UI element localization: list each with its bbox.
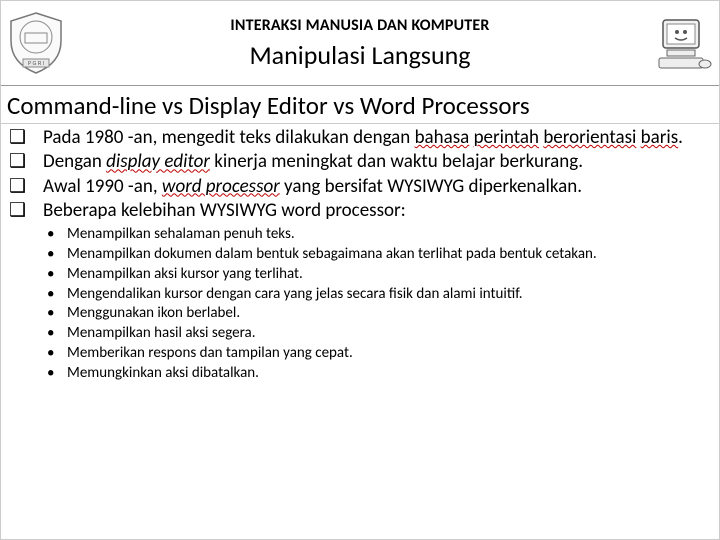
- dot-bullet-icon: •: [57, 304, 67, 324]
- computer-cartoon-icon: [649, 7, 719, 79]
- sub-item: •Menampilkan dokumen dalam bentuk sebaga…: [57, 245, 709, 265]
- sub-item: •Menggunakan ikon berlabel.: [57, 304, 709, 324]
- section-title: Command-line vs Display Editor vs Word P…: [1, 86, 719, 124]
- square-bullet-icon: ❑: [29, 150, 43, 174]
- sub-bullets: •Menampilkan sehalaman penuh teks. •Mena…: [1, 223, 719, 383]
- dot-bullet-icon: •: [57, 225, 67, 245]
- header: P G R I INTERAKSI MANUSIA DAN KOMPUTER M…: [1, 1, 719, 86]
- dot-bullet-icon: •: [57, 285, 67, 305]
- square-bullet-icon: ❑: [29, 199, 43, 223]
- sub-item: •Mengendalikan kursor dengan cara yang j…: [57, 285, 709, 305]
- header-text: INTERAKSI MANUSIA DAN KOMPUTER Manipulas…: [71, 16, 649, 71]
- sub-item: •Memungkinkan aksi dibatalkan.: [57, 364, 709, 384]
- content-body: ❑Pada 1980 -an, mengedit teks dilakukan …: [1, 124, 719, 223]
- dot-bullet-icon: •: [57, 265, 67, 285]
- sub-item: •Memberikan respons dan tampilan yang ce…: [57, 344, 709, 364]
- course-name: INTERAKSI MANUSIA DAN KOMPUTER: [71, 16, 649, 35]
- dot-bullet-icon: •: [57, 324, 67, 344]
- slide-title: Manipulasi Langsung: [71, 39, 649, 71]
- sub-item: •Menampilkan hasil aksi segera.: [57, 324, 709, 344]
- svg-text:P G R I: P G R I: [28, 61, 44, 67]
- sub-item: •Menampilkan sehalaman penuh teks.: [57, 225, 709, 245]
- bullet-3: ❑Awal 1990 -an, word processor yang bers…: [29, 175, 709, 199]
- square-bullet-icon: ❑: [29, 126, 43, 150]
- bullet-1: ❑Pada 1980 -an, mengedit teks dilakukan …: [29, 126, 709, 150]
- dot-bullet-icon: •: [57, 344, 67, 364]
- bullet-4: ❑Beberapa kelebihan WYSIWYG word process…: [29, 199, 709, 223]
- slide: P G R I INTERAKSI MANUSIA DAN KOMPUTER M…: [0, 0, 720, 540]
- dot-bullet-icon: •: [57, 364, 67, 384]
- bullet-2: ❑Dengan display editor kinerja meningkat…: [29, 150, 709, 174]
- logo-left-icon: P G R I: [1, 7, 71, 79]
- sub-item: •Menampilkan aksi kursor yang terlihat.: [57, 265, 709, 285]
- square-bullet-icon: ❑: [29, 175, 43, 199]
- dot-bullet-icon: •: [57, 245, 67, 265]
